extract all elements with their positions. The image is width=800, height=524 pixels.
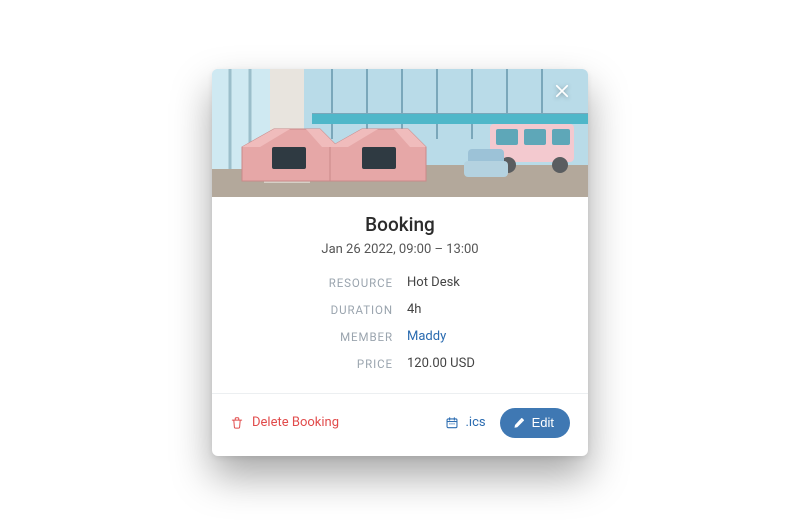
duration-label: DURATION: [244, 302, 393, 317]
modal-footer: Delete Booking .ics: [212, 393, 588, 456]
booking-details: RESOURCE Hot Desk DURATION 4h MEMBER Mad…: [236, 275, 564, 371]
booking-body: Booking Jan 26 2022, 09:00 – 13:00 RESOU…: [212, 197, 588, 393]
export-ics-label: .ics: [465, 415, 485, 430]
price-value: 120.00 USD: [407, 356, 556, 371]
booking-datetime: Jan 26 2022, 09:00 – 13:00: [236, 242, 564, 257]
edit-button[interactable]: Edit: [500, 408, 570, 438]
trash-icon: [230, 416, 244, 430]
delete-booking-label: Delete Booking: [252, 415, 339, 430]
booking-modal: Booking Jan 26 2022, 09:00 – 13:00 RESOU…: [212, 69, 588, 456]
member-label: MEMBER: [244, 329, 393, 344]
resource-label: RESOURCE: [244, 275, 393, 290]
duration-value: 4h: [407, 302, 556, 317]
close-icon: [553, 82, 571, 100]
export-ics-button[interactable]: .ics: [445, 415, 485, 430]
booking-hero-image: [212, 69, 588, 197]
footer-right-actions: .ics Edit: [445, 408, 570, 438]
resource-value: Hot Desk: [407, 275, 556, 290]
delete-booking-button[interactable]: Delete Booking: [230, 415, 339, 430]
member-link[interactable]: Maddy: [407, 329, 556, 344]
pencil-icon: [513, 417, 525, 429]
calendar-icon: [445, 416, 459, 430]
edit-button-label: Edit: [532, 415, 554, 430]
price-label: PRICE: [244, 356, 393, 371]
close-button[interactable]: [550, 79, 574, 103]
modal-title: Booking: [236, 213, 564, 236]
